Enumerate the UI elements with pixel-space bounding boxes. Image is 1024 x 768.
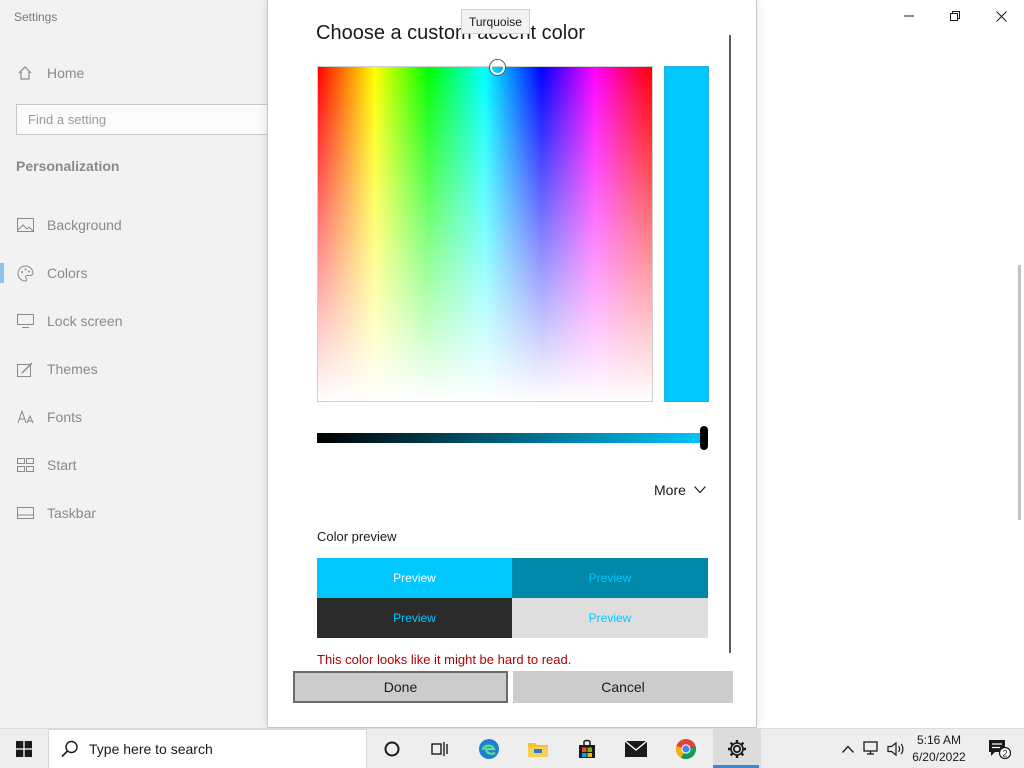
- monitor-icon: [16, 312, 34, 330]
- chevron-down-icon: [693, 486, 706, 494]
- palette-icon: [16, 264, 34, 282]
- cortana-icon: [384, 741, 400, 757]
- settings-sidebar: Settings Home Find a setting Personaliza…: [0, 0, 276, 728]
- nav-home[interactable]: Home: [0, 53, 268, 93]
- preview-on-dark: Preview: [317, 598, 512, 638]
- sidebar-item-label: Background: [47, 217, 122, 233]
- sidebar-item-taskbar[interactable]: Taskbar: [0, 493, 268, 533]
- mail-icon: [624, 740, 648, 757]
- taskbar: Type here to search 5:16 AM 6/20/2022 2: [0, 728, 1024, 768]
- close-button[interactable]: [978, 0, 1024, 32]
- task-view-icon: [431, 742, 448, 756]
- restore-icon: [950, 11, 960, 21]
- search-icon: [61, 740, 78, 758]
- taskbar-search-box[interactable]: Type here to search: [48, 729, 367, 768]
- close-icon: [995, 10, 1007, 22]
- clock-time: 5:16 AM: [916, 733, 962, 747]
- custom-accent-color-dialog: Choose a custom accent color Turquoise M…: [267, 0, 757, 728]
- section-title: Personalization: [16, 158, 120, 174]
- minimize-icon: [904, 15, 914, 17]
- start-button[interactable]: [0, 729, 48, 768]
- preview-on-light: Preview: [512, 598, 708, 638]
- color-name-tooltip: Turquoise: [461, 9, 530, 34]
- sidebar-item-colors[interactable]: Colors: [0, 253, 268, 293]
- show-hidden-icons-button[interactable]: [836, 729, 860, 768]
- mail-button[interactable]: [612, 729, 660, 768]
- notification-count: 2: [1002, 748, 1007, 758]
- action-center-button[interactable]: 2: [976, 729, 1022, 768]
- clock-date: 6/20/2022: [912, 750, 966, 764]
- system-tray: [836, 729, 908, 768]
- settings-gear-icon: [728, 740, 746, 758]
- page-scrollbar[interactable]: [1018, 265, 1021, 520]
- sidebar-item-label: Lock screen: [47, 313, 123, 329]
- brightness-slider-thumb[interactable]: [700, 426, 708, 450]
- speaker-icon: [887, 741, 904, 757]
- taskbar-search-placeholder: Type here to search: [89, 741, 213, 757]
- image-icon: [16, 216, 34, 234]
- file-explorer-button[interactable]: [514, 729, 562, 768]
- network-icon: [863, 741, 878, 755]
- brightness-slider-track[interactable]: [317, 433, 707, 443]
- more-button[interactable]: More: [654, 482, 706, 498]
- sidebar-item-fonts[interactable]: Fonts: [0, 397, 268, 437]
- chevron-up-icon: [842, 745, 854, 753]
- color-spectrum-picker[interactable]: [317, 60, 653, 402]
- microsoft-store-button[interactable]: [563, 729, 611, 768]
- restore-button[interactable]: [932, 0, 978, 32]
- edge-button[interactable]: [465, 729, 513, 768]
- chrome-button[interactable]: [662, 729, 710, 768]
- home-icon: [16, 64, 34, 82]
- color-preview-grid: Preview Preview Preview Preview: [317, 558, 708, 638]
- cortana-button[interactable]: [368, 729, 416, 768]
- sidebar-item-themes[interactable]: Themes: [0, 349, 268, 389]
- font-icon: [16, 408, 34, 426]
- cancel-button[interactable]: Cancel: [513, 671, 733, 703]
- start-layout-icon: [16, 456, 34, 474]
- selected-color-swatch: [664, 66, 709, 402]
- more-label: More: [654, 482, 686, 498]
- sidebar-item-label: Themes: [47, 361, 98, 377]
- edge-icon: [479, 739, 499, 759]
- sidebar-item-background[interactable]: Background: [0, 205, 268, 245]
- window-controls: [886, 0, 1024, 32]
- done-button[interactable]: Done: [293, 671, 508, 703]
- file-explorer-icon: [528, 743, 548, 757]
- minimize-button[interactable]: [886, 0, 932, 32]
- volume-button[interactable]: [884, 729, 908, 768]
- dialog-title: Choose a custom accent color: [316, 22, 586, 44]
- taskbar-icon: [16, 504, 34, 522]
- network-button[interactable]: [860, 729, 884, 768]
- find-setting-input[interactable]: Find a setting: [16, 104, 276, 135]
- windows-logo-icon: [16, 741, 32, 757]
- spectrum-selector-handle[interactable]: [490, 60, 505, 75]
- microsoft-store-icon: [579, 739, 595, 758]
- settings-taskbar-button[interactable]: [713, 729, 761, 768]
- sidebar-item-lock-screen[interactable]: Lock screen: [0, 301, 268, 341]
- chrome-icon: [676, 739, 696, 760]
- sidebar-item-label: Colors: [47, 265, 88, 281]
- brush-icon: [16, 360, 34, 378]
- preview-dark-accent: Preview: [512, 558, 708, 598]
- sidebar-item-label: Taskbar: [47, 505, 97, 521]
- task-view-button[interactable]: [416, 729, 464, 768]
- dialog-scrollbar[interactable]: [729, 35, 731, 653]
- sidebar-item-start[interactable]: Start: [0, 445, 268, 485]
- taskbar-clock[interactable]: 5:16 AM 6/20/2022: [906, 732, 972, 766]
- preview-accent-white-text: Preview: [317, 558, 512, 598]
- sidebar-item-label: Fonts: [47, 409, 83, 425]
- app-title: Settings: [14, 10, 58, 24]
- contrast-warning: This color looks like it might be hard t…: [317, 652, 572, 667]
- sidebar-item-label: Start: [47, 457, 77, 473]
- nav-home-label: Home: [47, 65, 85, 81]
- color-preview-heading: Color preview: [317, 529, 397, 544]
- notification-icon: 2: [989, 740, 1011, 760]
